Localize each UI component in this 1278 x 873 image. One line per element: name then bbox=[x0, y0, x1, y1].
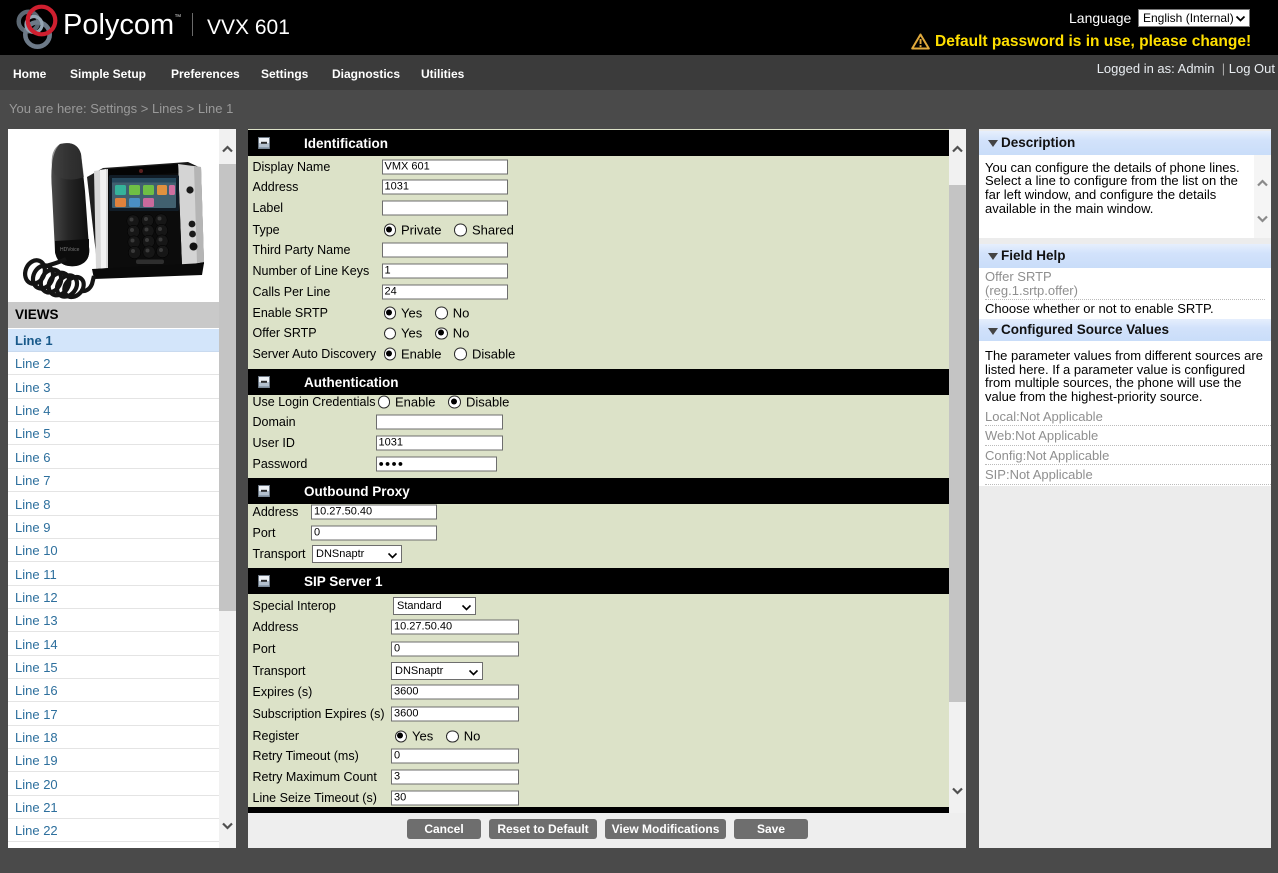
svg-text:HDVoice: HDVoice bbox=[60, 247, 80, 253]
